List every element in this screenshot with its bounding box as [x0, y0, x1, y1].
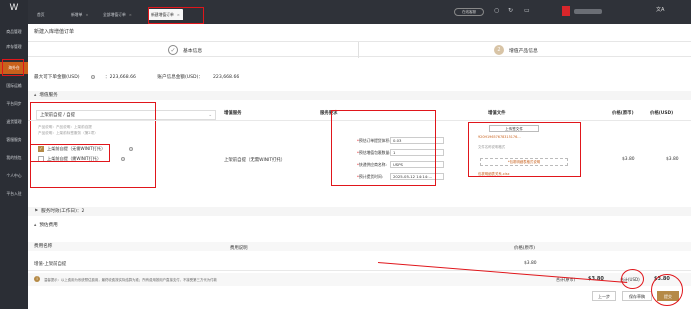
- col-file: 增值文件: [488, 111, 506, 116]
- step-number: 2: [494, 45, 504, 55]
- balance-label: 账户信息金额(USD)：: [157, 75, 203, 80]
- refresh-icon[interactable]: ↻: [508, 7, 513, 14]
- step-product-info[interactable]: 增值产品信息: [509, 47, 538, 54]
- tab-label: 全部增值订单: [103, 12, 126, 17]
- sidebar-item-customer-service[interactable]: 客服服务: [0, 134, 28, 146]
- language-icon[interactable]: 文A: [656, 6, 664, 13]
- section-title: 服务时效(工作日)：2: [41, 209, 85, 214]
- fee-name: 增值-上架前自提: [34, 262, 67, 267]
- fullscreen-icon[interactable]: ▭: [524, 7, 530, 14]
- sidebar-item-product[interactable]: 商品管理: [0, 26, 28, 38]
- section-title: 预估费用: [39, 223, 58, 228]
- sidebar-item-profile[interactable]: 个人中心: [0, 170, 28, 182]
- close-icon[interactable]: ×: [85, 12, 88, 17]
- step-bar: ✓ 基本信息 2 增值产品信息: [28, 41, 691, 58]
- max-available: 最大可下单金额(USD) i ：223,668.66: [34, 74, 136, 80]
- highlight-total-usd: [621, 269, 644, 289]
- prev-button[interactable]: 上一步: [592, 291, 616, 301]
- service-name: 上架前自提（无需WINIT打托）: [224, 158, 286, 163]
- fees-col-price: 价格(原币): [514, 246, 535, 251]
- highlight-sidebar: [2, 59, 24, 76]
- logo-icon[interactable]: W: [6, 3, 22, 13]
- divider: [28, 270, 691, 271]
- sidebar-item-shipping[interactable]: 国际运输: [0, 80, 28, 92]
- section-timeliness: ⚑ 服务时效(工作日)：2: [28, 207, 691, 216]
- flag-icon: ⚑: [34, 209, 39, 214]
- col-service: 增值服务: [224, 111, 242, 116]
- col-price-orig: 价格(原币): [612, 111, 634, 116]
- fees-col-desc: 费用说明: [230, 246, 248, 251]
- highlight-files: [468, 122, 581, 177]
- section-vas[interactable]: ▴ 增值服务: [28, 91, 691, 100]
- chevron-down-icon: ⌄: [208, 113, 212, 118]
- sidebar-item-sync[interactable]: 平台同步: [0, 98, 28, 110]
- highlight-submit: [651, 274, 683, 306]
- fees-col-name: 费用名称: [34, 244, 53, 249]
- price-orig: $3.80: [622, 157, 635, 162]
- highlight-form: [331, 110, 436, 186]
- sidebar: W 商品管理 库存管理 海外仓 国际运输 平台同步 退货管理 客服服务 我的钱包…: [0, 0, 28, 309]
- sidebar-item-inventory[interactable]: 库存管理: [0, 41, 28, 53]
- service-button[interactable]: 在线客服: [454, 8, 484, 16]
- check-icon: ✓: [168, 45, 178, 55]
- save-draft-button[interactable]: 保存草稿: [622, 291, 652, 301]
- tip-text: 温馨提示：以上费用为系统预估费用，最终收费按实际结算为准；所有费用按用户直接支付…: [44, 278, 217, 282]
- user-name[interactable]: [574, 9, 602, 14]
- col-price-usd: 价格(USD): [650, 111, 674, 116]
- avatar[interactable]: [562, 6, 570, 16]
- max-available-label: 最大可下单金额(USD): [34, 75, 80, 80]
- page-title: 新建入库增值订单: [34, 29, 75, 35]
- section-title: 增值服务: [39, 93, 58, 98]
- tab-new[interactable]: 新增单 ×: [68, 9, 92, 20]
- sidebar-item-returns[interactable]: 退货管理: [0, 116, 28, 128]
- close-icon[interactable]: ×: [129, 12, 132, 17]
- topbar: 首页 新增单 × 全部增值订单 × 新建增值订单 × 在线客服 ○ ↻ ▭ 文A: [28, 0, 691, 24]
- search-icon[interactable]: ○: [494, 7, 499, 14]
- price-usd: $3.80: [666, 157, 679, 162]
- section-fees[interactable]: ▴ 预估费用: [28, 221, 691, 230]
- info-icon[interactable]: i: [91, 74, 96, 79]
- info-icon: i: [34, 276, 40, 282]
- tab-all-orders[interactable]: 全部增值订单 ×: [100, 9, 135, 20]
- balance-value: 223,668.66: [212, 75, 240, 80]
- sidebar-item-wallet[interactable]: 我的钱包: [0, 152, 28, 164]
- highlight-checkbox: [30, 144, 110, 162]
- tab-home[interactable]: 首页: [34, 9, 48, 20]
- collapse-icon[interactable]: ▴: [34, 93, 36, 98]
- sidebar-item-platform[interactable]: 平台入驻: [0, 188, 28, 200]
- highlight-tab: [148, 7, 204, 24]
- tab-label: 首页: [37, 12, 45, 17]
- fee-price: $3.80: [524, 261, 537, 266]
- limits-row: 最大可下单金额(USD) i ：223,668.66 账户信息金额(USD)： 22…: [34, 74, 259, 80]
- tab-label: 新增单: [71, 12, 83, 17]
- main-content: 新建入库增值订单 ✓ 基本信息 2 增值产品信息 最大可下单金额(USD) i：…: [28, 24, 691, 309]
- max-value: 223,668.66: [109, 75, 136, 80]
- step-divider: [358, 42, 359, 58]
- step-basic-info[interactable]: 基本信息: [183, 47, 202, 54]
- balance: 账户信息金额(USD)： 223,668.66: [157, 75, 249, 80]
- fees-header: 费用名称: [28, 242, 691, 251]
- collapse-icon[interactable]: ▴: [34, 223, 36, 228]
